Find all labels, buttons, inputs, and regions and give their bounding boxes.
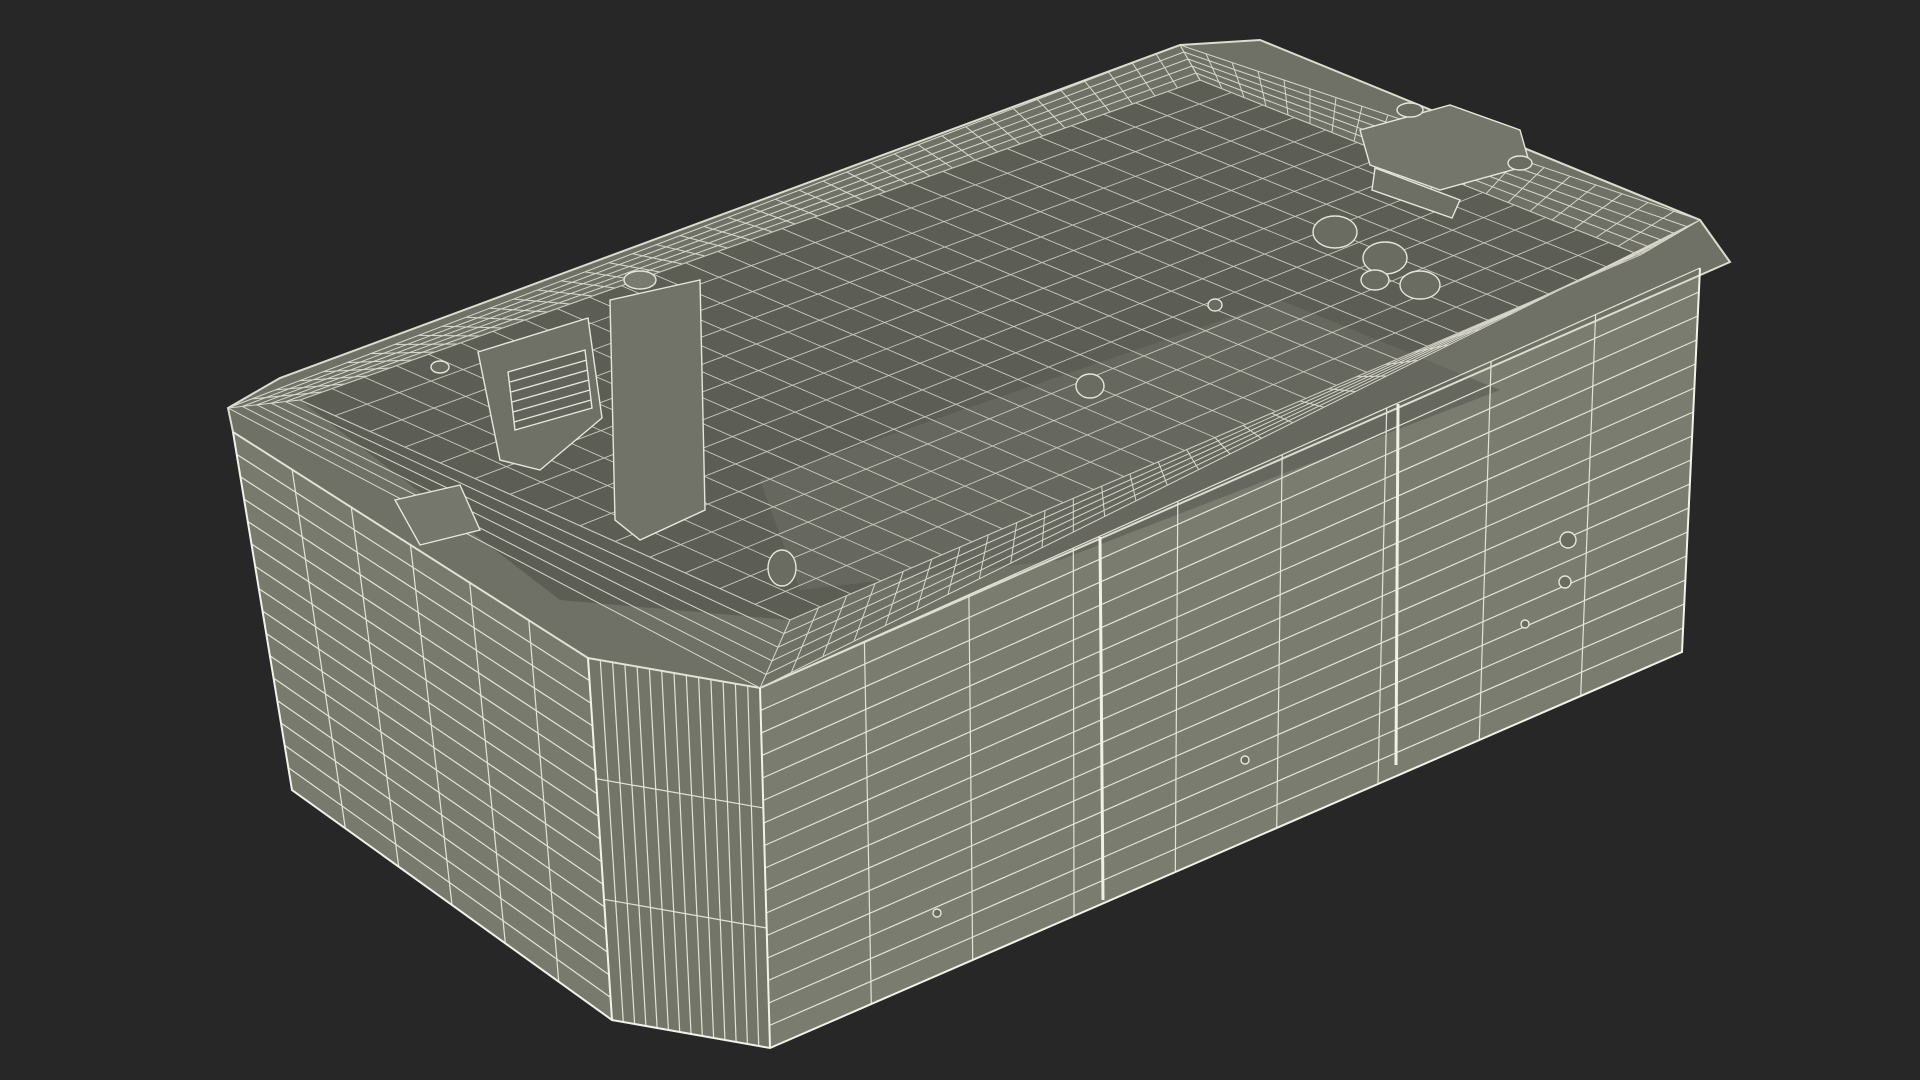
jet-bottom — [767, 549, 797, 587]
small-fitting — [430, 360, 450, 374]
jet-small — [1207, 298, 1223, 312]
jet-right-4 — [1360, 269, 1390, 291]
panel-button-2 — [1507, 155, 1533, 171]
jet-right-3 — [1399, 270, 1441, 300]
spa-wireframe-render — [226, 38, 1732, 1050]
air-control-knob — [623, 270, 657, 290]
side-fitting-5 — [932, 908, 942, 918]
rim-segment — [394, 343, 458, 345]
jet-center — [1075, 373, 1105, 399]
render-viewport — [0, 0, 1920, 1080]
rim-segment — [418, 334, 481, 337]
rim-segment — [1356, 375, 1387, 378]
jet-right-1 — [1312, 215, 1358, 249]
side-fitting-2 — [1558, 575, 1572, 589]
control-column — [609, 279, 706, 541]
side-fitting-1 — [1559, 531, 1577, 549]
panel-button-1 — [1396, 102, 1424, 118]
side-fitting-4 — [1240, 755, 1250, 765]
side-fitting-3 — [1520, 619, 1530, 629]
jet-right-2 — [1362, 241, 1408, 275]
